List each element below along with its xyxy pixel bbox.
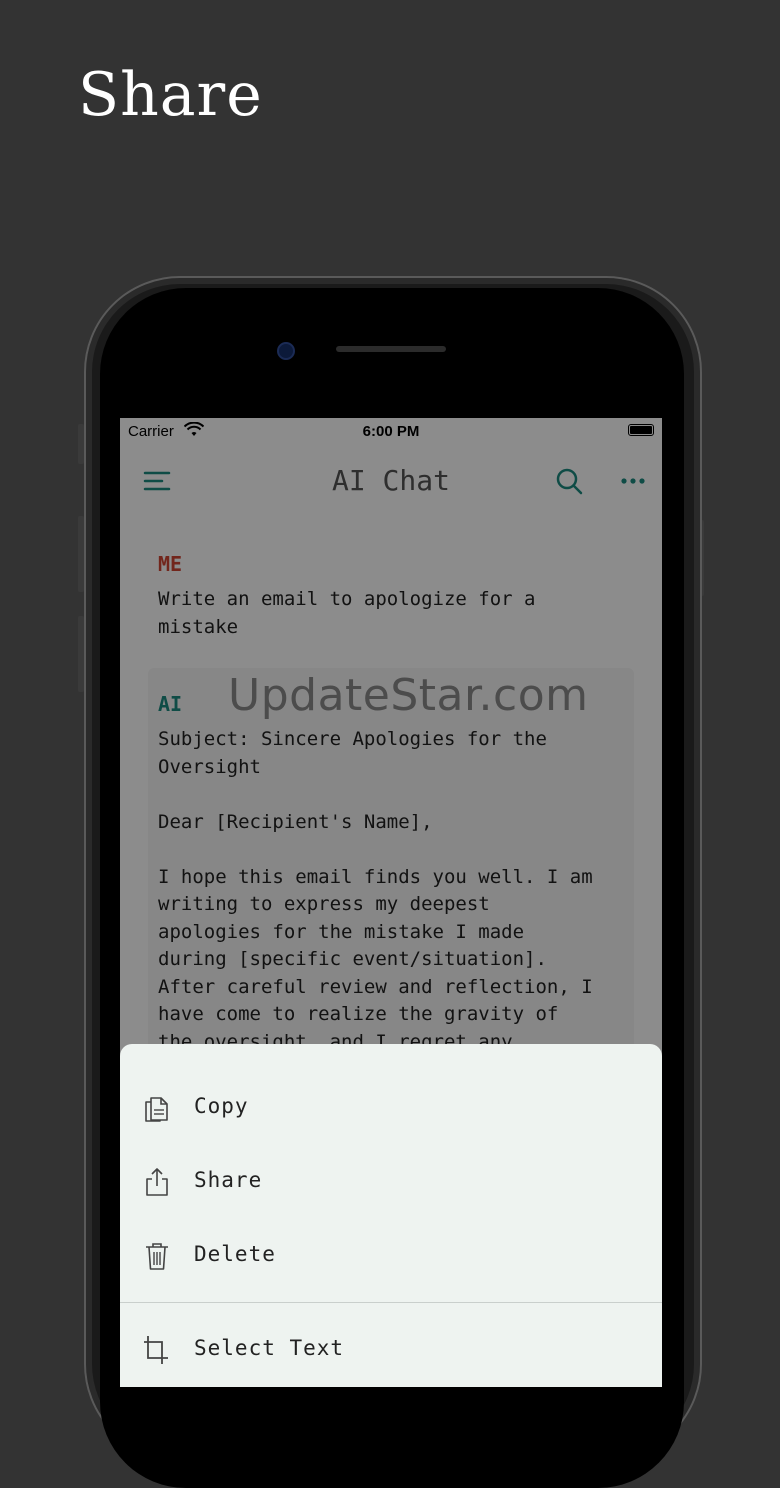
phone-screen: Carrier 6:00 PM AI Chat ME Write an emai… <box>120 418 662 1387</box>
action-sheet: Copy Share Delete Select Text <box>120 1044 662 1387</box>
copy-label: Copy <box>194 1094 249 1118</box>
page-headline: Share <box>78 60 263 130</box>
share-action[interactable]: Share <box>120 1146 662 1216</box>
share-label: Share <box>194 1168 263 1192</box>
delete-action[interactable]: Delete <box>120 1220 662 1290</box>
select-text-label: Select Text <box>194 1336 345 1360</box>
share-icon <box>146 1168 168 1196</box>
front-camera <box>277 342 295 360</box>
delete-label: Delete <box>194 1242 276 1266</box>
select-text-action[interactable]: Select Text <box>120 1314 662 1384</box>
earpiece-speaker <box>336 346 446 352</box>
crop-icon <box>144 1336 168 1364</box>
copy-icon <box>145 1097 168 1122</box>
sheet-divider <box>120 1302 662 1303</box>
copy-action[interactable]: Copy <box>120 1072 662 1142</box>
trash-icon <box>146 1243 168 1270</box>
